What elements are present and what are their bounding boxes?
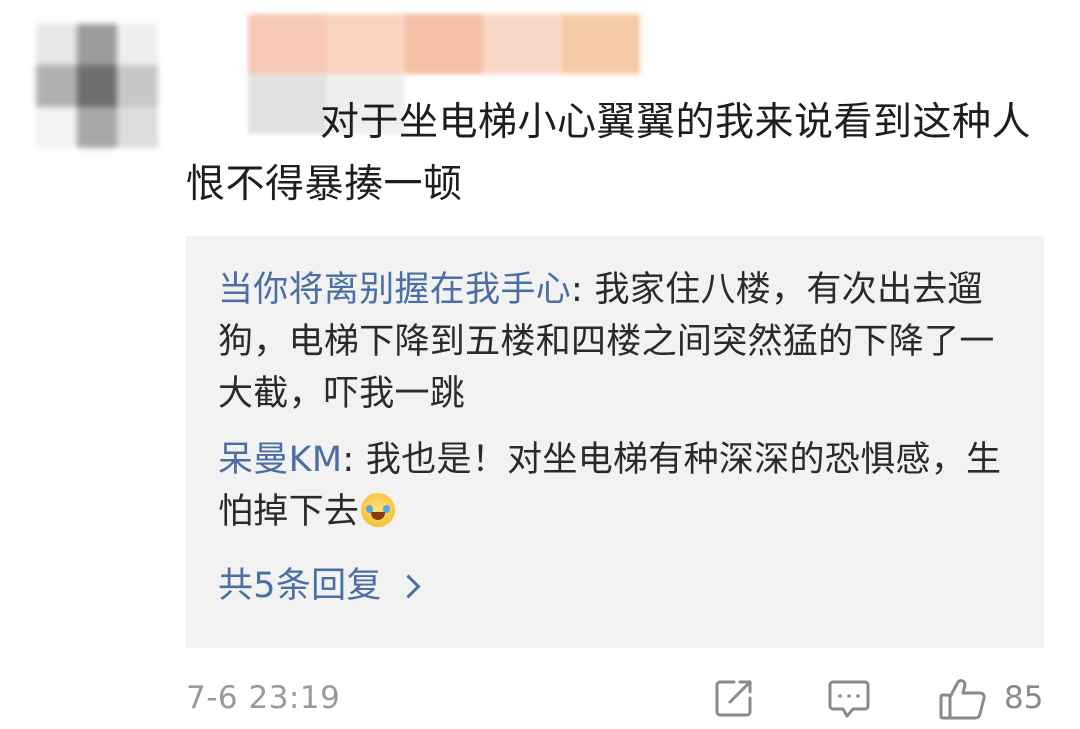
crying-laughing-emoji-icon bbox=[361, 493, 396, 527]
reply-item: 呆曼KM: 我也是！对坐电梯有种深深的恐惧感，生怕掉下去 bbox=[218, 434, 1016, 538]
more-replies-label: 共5条回复 bbox=[218, 566, 382, 606]
reply-item: 当你将离别握在我手心: 我家住八楼，有次出去遛狗，电梯下降到五楼和四楼之间突然猛… bbox=[218, 264, 1016, 420]
blurred-avatar bbox=[36, 24, 158, 148]
reply-separator: : bbox=[571, 270, 595, 310]
like-count: 85 bbox=[1004, 680, 1044, 716]
reply-author-link[interactable]: 呆曼KM bbox=[218, 440, 342, 480]
chevron-right-icon bbox=[396, 573, 421, 599]
reply-separator: : bbox=[342, 440, 366, 480]
more-replies-link[interactable]: 共5条回复 bbox=[218, 560, 421, 612]
share-edit-icon[interactable] bbox=[712, 676, 756, 724]
comment-timestamp: 7-6 23:19 bbox=[186, 680, 341, 716]
replies-panel: 当你将离别握在我手心: 我家住八楼，有次出去遛狗，电梯下降到五楼和四楼之间突然猛… bbox=[186, 236, 1044, 648]
comment-bubble-icon[interactable] bbox=[826, 676, 872, 726]
comment-text: 对于坐电梯小心翼翼的我来说看到这种人恨不得暴揍一顿 bbox=[186, 100, 1032, 207]
comment-meta-bar: 7-6 23:19 85 bbox=[186, 672, 1046, 724]
thumbs-up-icon[interactable] bbox=[938, 676, 988, 726]
reply-author-link[interactable]: 当你将离别握在我手心 bbox=[218, 270, 571, 310]
